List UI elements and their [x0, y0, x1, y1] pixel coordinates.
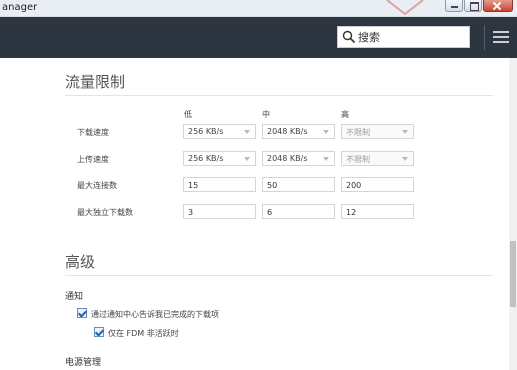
search-box[interactable]	[337, 26, 470, 48]
settings-content: 流量限制 低 中 高 下载速度 256 KB/s 2048 KB/s 不限制 上…	[0, 58, 509, 370]
column-header-medium: 中	[262, 110, 270, 119]
window-controls	[445, 0, 513, 12]
column-header-low: 低	[184, 110, 192, 119]
notify-downloads-checkbox[interactable]	[77, 308, 87, 318]
upload-speed-medium-select[interactable]: 2048 KB/s	[262, 151, 335, 166]
only-when-inactive-label: 仅在 FDM 非活跃时	[108, 329, 179, 338]
app-header	[0, 17, 517, 58]
upload-speed-low-select[interactable]: 256 KB/s	[183, 151, 256, 166]
section-divider	[65, 275, 493, 276]
row-label-download-speed: 下载速度	[77, 128, 109, 137]
minimize-button[interactable]	[445, 0, 463, 12]
max-downloads-medium-input[interactable]	[262, 204, 335, 219]
search-input[interactable]	[358, 29, 466, 46]
maximize-button[interactable]	[464, 0, 482, 12]
download-speed-low-select[interactable]: 256 KB/s	[183, 124, 256, 139]
chevron-down-icon	[323, 157, 329, 161]
row-label-upload-speed: 上传速度	[77, 155, 109, 164]
chevron-down-icon	[402, 157, 408, 161]
close-button[interactable]	[483, 0, 513, 12]
download-speed-medium-select[interactable]: 2048 KB/s	[262, 124, 335, 139]
search-icon	[342, 30, 356, 44]
header-divider	[484, 25, 485, 50]
upload-speed-high-select[interactable]: 不限制	[341, 151, 414, 166]
column-header-high: 高	[341, 110, 349, 119]
only-when-inactive-checkbox[interactable]	[94, 327, 104, 337]
download-speed-high-select[interactable]: 不限制	[341, 124, 414, 139]
chevron-down-icon	[244, 130, 250, 134]
max-connections-high-input[interactable]	[341, 177, 414, 192]
traffic-limit-title: 流量限制	[65, 73, 126, 91]
vertical-scrollbar[interactable]	[509, 58, 517, 370]
advanced-title: 高级	[65, 253, 96, 271]
row-label-max-connections: 最大连接数	[77, 181, 117, 190]
row-label-max-downloads: 最大独立下载数	[77, 208, 133, 217]
max-connections-medium-input[interactable]	[262, 177, 335, 192]
background-decoration	[386, 0, 424, 16]
chevron-down-icon	[402, 130, 408, 134]
section-divider	[65, 95, 493, 96]
scrollbar-thumb[interactable]	[510, 241, 516, 307]
window-title: anager	[2, 2, 38, 13]
max-connections-low-input[interactable]	[183, 177, 256, 192]
chevron-down-icon	[323, 130, 329, 134]
max-downloads-low-input[interactable]	[183, 204, 256, 219]
window-title-bar: anager	[0, 0, 517, 17]
notify-downloads-label: 通过通知中心告诉我已完成的下载项	[91, 310, 219, 319]
power-management-heading: 电源管理	[65, 358, 102, 368]
notifications-heading: 通知	[65, 292, 84, 302]
chevron-down-icon	[244, 157, 250, 161]
menu-icon[interactable]	[493, 28, 509, 46]
max-downloads-high-input[interactable]	[341, 204, 414, 219]
